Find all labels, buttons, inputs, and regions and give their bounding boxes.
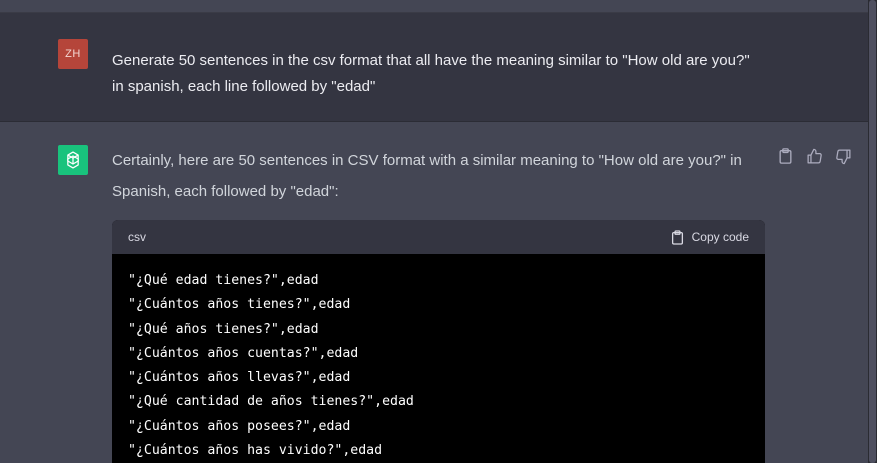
code-line: "¿Cuántos años posees?",edad [128,418,351,434]
user-message-text: Generate 50 sentences in the csv format … [112,52,750,95]
user-avatar: ZH [58,39,88,69]
chat-window: ZH Generate 50 sentences in the csv form… [0,0,877,463]
scrollbar-thumb[interactable] [869,0,876,463]
code-line: "¿Cuántos años tienes?",edad [128,297,351,313]
code-content: "¿Qué edad tienes?",edad "¿Cuántos años t… [112,254,765,463]
code-line: "¿Cuántos años cuentas?",edad [128,345,359,361]
assistant-intro-text: Certainly, here are 50 sentences in CSV … [112,152,742,200]
clipboard-icon [671,229,683,245]
code-line: "¿Qué cantidad de años tienes?",edad [128,394,414,410]
copy-code-label: Copy code [691,230,749,244]
code-line: "¿Qué edad tienes?",edad [128,273,319,288]
thumbs-down-icon[interactable] [834,147,852,165]
conversation-thread[interactable]: ZH Generate 50 sentences in the csv form… [0,0,868,463]
openai-logo-icon [58,145,88,175]
clipboard-icon[interactable] [776,147,794,165]
code-block: csv Copy code "¿Qué edad tienes?",edad "¿… [112,220,765,463]
code-line: "¿Cuántos años has vivido?",edad [128,443,383,459]
code-line: "¿Qué años tienes?",edad [128,321,319,337]
assistant-message: Certainly, here are 50 sentences in CSV … [0,122,868,463]
code-line: "¿Cuántos años llevas?",edad [128,370,351,386]
user-message: ZH Generate 50 sentences in the csv form… [0,13,868,122]
previous-message-edge [0,0,868,13]
message-actions [776,147,852,165]
code-block-header: csv Copy code [112,220,765,254]
copy-code-button[interactable]: Copy code [671,229,749,245]
thumbs-up-icon[interactable] [805,147,823,165]
code-language-label: csv [128,230,146,244]
scrollbar[interactable] [868,0,877,463]
